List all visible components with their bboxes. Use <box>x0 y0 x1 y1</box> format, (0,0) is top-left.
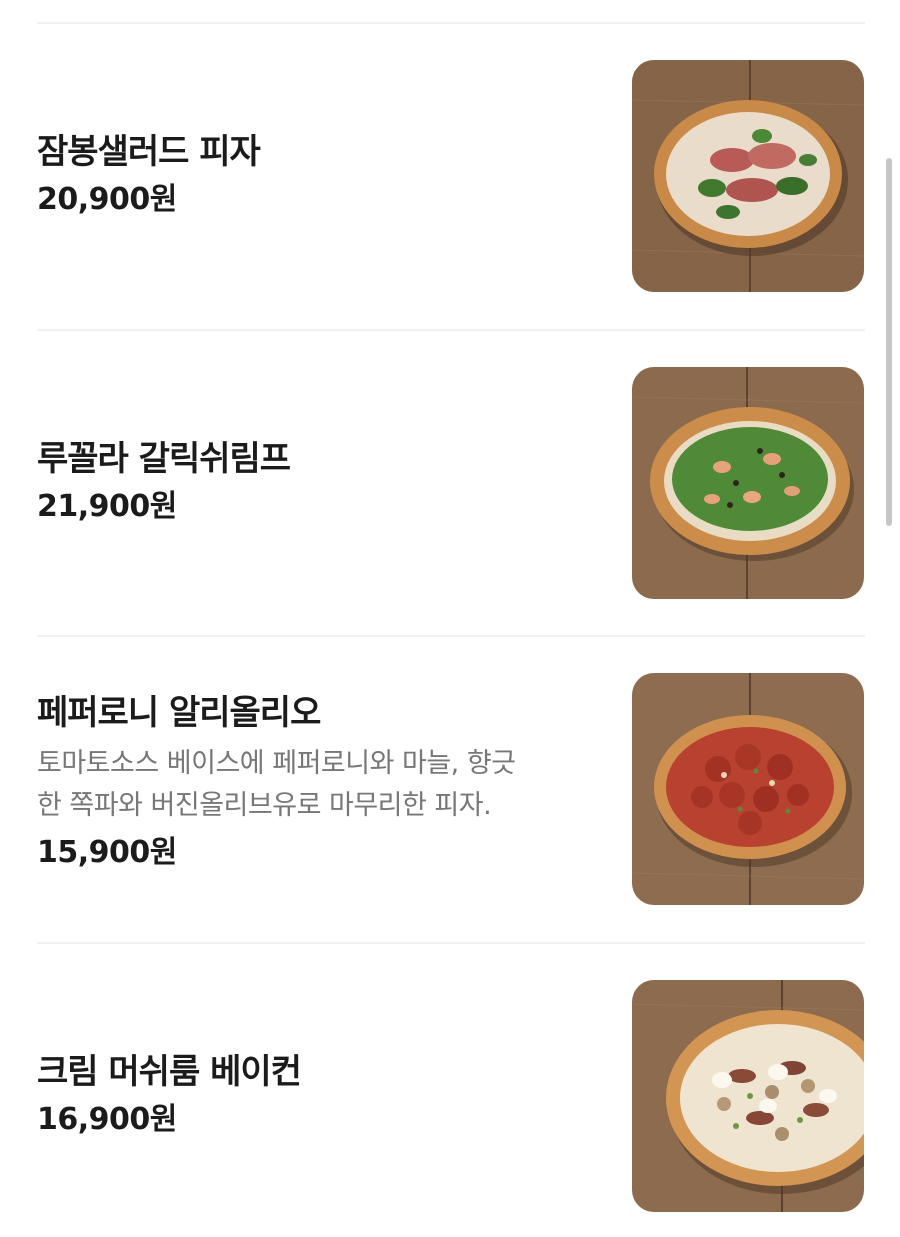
menu-item-description-line: 토마토소스 베이스에 페퍼로니와 마늘, 향긋 <box>37 748 516 779</box>
menu-item-price: 15,900원 <box>37 835 177 870</box>
menu-item-photo[interactable] <box>632 60 864 292</box>
divider <box>37 22 865 24</box>
divider <box>37 942 865 944</box>
menu-item-name: 루꼴라 갈릭쉬림프 <box>37 439 291 479</box>
menu-item-description-line: 한 쪽파와 버진올리브유로 마무리한 피자. <box>37 790 492 821</box>
divider <box>37 635 865 637</box>
menu-item-pepperoni-aglio-olio[interactable]: 페퍼로니 알리올리오 토마토소스 베이스에 페퍼로니와 마늘, 향긋 한 쪽파와… <box>37 673 865 905</box>
menu-item-cream-mushroom-bacon[interactable]: 크림 머쉬룸 베이컨 16,900원 <box>37 980 865 1212</box>
menu-item-photo[interactable] <box>632 673 864 905</box>
divider <box>37 329 865 331</box>
menu-item-jambon-salad-pizza[interactable]: 잠봉샐러드 피자 20,900원 <box>37 60 865 292</box>
menu-item-text: 잠봉샐러드 피자 20,900원 <box>37 130 597 220</box>
menu-item-text: 루꼴라 갈릭쉬림프 21,900원 <box>37 437 597 527</box>
menu-item-name: 페퍼로니 알리올리오 <box>37 693 321 733</box>
menu-item-price: 16,900원 <box>37 1102 177 1137</box>
menu-item-name: 크림 머쉬룸 베이컨 <box>37 1052 302 1092</box>
cream-mushroom-bacon-pizza-photo-icon <box>632 980 864 1212</box>
menu-item-name: 잠봉샐러드 피자 <box>37 132 261 172</box>
menu-item-description: 토마토소스 베이스에 페퍼로니와 마늘, 향긋 한 쪽파와 버진올리브유로 마무… <box>37 743 592 827</box>
menu-item-text: 페퍼로니 알리올리오 토마토소스 베이스에 페퍼로니와 마늘, 향긋 한 쪽파와… <box>37 691 597 873</box>
menu-item-arugula-garlic-shrimp[interactable]: 루꼴라 갈릭쉬림프 21,900원 <box>37 367 865 599</box>
menu-item-text: 크림 머쉬룸 베이컨 16,900원 <box>37 1050 597 1140</box>
menu-item-price: 21,900원 <box>37 489 177 524</box>
scrollbar[interactable] <box>886 158 892 526</box>
arugula-garlic-shrimp-pizza-photo-icon <box>632 367 864 599</box>
menu-item-price: 20,900원 <box>37 182 177 217</box>
menu-item-photo[interactable] <box>632 980 864 1212</box>
jambon-salad-pizza-photo-icon <box>632 60 864 292</box>
menu-item-photo[interactable] <box>632 367 864 599</box>
pepperoni-aglio-olio-pizza-photo-icon <box>632 673 864 905</box>
